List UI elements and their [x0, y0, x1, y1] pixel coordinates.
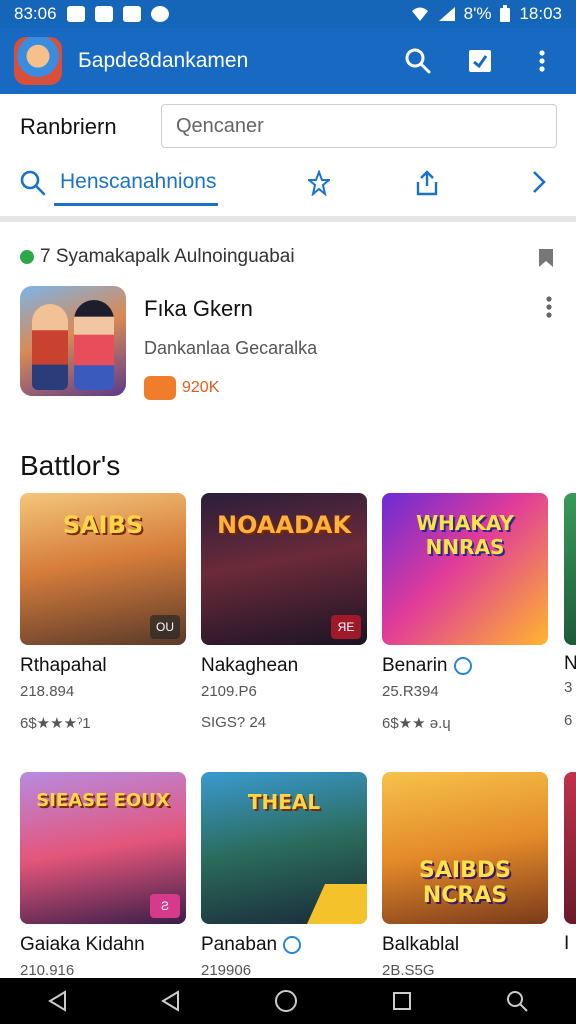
thumbnail-title: SAIBDS NCRAS — [419, 858, 511, 908]
game-thumbnail: SIEASE EOUX Ƨ — [20, 772, 186, 924]
whatsapp-icon — [20, 250, 34, 264]
app-bar: Бapde8dankamen — [0, 28, 576, 94]
chevron-right-icon[interactable] — [532, 170, 546, 194]
tab-selected[interactable]: Henscanahnions — [54, 160, 218, 206]
status-bar: 83:06 8'% 18:03 — [0, 0, 576, 28]
status-time-right: 18:03 — [519, 4, 562, 23]
game-thumbnail: SAIBDS NCRAS — [382, 772, 548, 924]
partial-game-name: N — [564, 653, 576, 674]
game-tile[interactable]: WHAKAY NNRAS Benarin 25.R394 6$★★ ə.ɥ — [382, 493, 548, 732]
game-tile[interactable]: SAIBS OU Rthapahal 218.894 6$★★★ˀ1 — [20, 493, 186, 732]
featured-developer: Dankanlaa Gecaralka — [144, 338, 318, 358]
game-name: Panaban — [201, 934, 367, 956]
install-button[interactable] — [466, 47, 494, 75]
overflow-menu-button[interactable] — [528, 47, 556, 75]
game-thumbnail: THEAL — [201, 772, 367, 924]
thumbnail-badge: OU — [150, 615, 180, 639]
game-name-text: Benarin — [382, 655, 448, 676]
game-name: Rthapahal — [20, 655, 107, 676]
battery-percent: 8'% — [463, 4, 492, 23]
game-name: Balkablal — [382, 934, 460, 955]
game-size: 2B.S5G — [382, 962, 435, 979]
game-size: 25.R394 — [382, 683, 439, 700]
thumbnail-badge: Ƨ — [150, 894, 180, 918]
game-rating: 6$★★★ˀ1 — [20, 715, 91, 732]
verified-icon — [283, 936, 302, 954]
app-notification-icon — [122, 6, 141, 22]
app-logo[interactable] — [14, 37, 62, 85]
gallery-icon — [94, 6, 113, 22]
back-icon[interactable] — [160, 990, 180, 1012]
search-button[interactable] — [404, 47, 432, 75]
section-title: Battlor's — [20, 450, 121, 481]
game-thumbnail: SAIBS OU — [20, 493, 186, 645]
thumbnail-title: NOAADAK — [216, 511, 352, 539]
app-title: Бapde8dankamen — [78, 49, 249, 72]
game-size: 218.894 — [20, 683, 75, 700]
share-icon[interactable] — [416, 170, 438, 196]
partial-game-thumbnail[interactable] — [564, 772, 576, 924]
messenger-icon — [150, 6, 169, 22]
star-icon[interactable] — [308, 170, 330, 196]
battery-icon — [500, 5, 511, 22]
game-thumbnail: NOAADAK ЯЕ — [201, 493, 367, 645]
thumbnail-corner-badge — [307, 884, 367, 924]
featured-game-image[interactable] — [20, 286, 126, 396]
tab-bar: Henscanahnions — [0, 160, 576, 208]
bookmark-icon[interactable] — [538, 248, 554, 268]
game-thumbnail: WHAKAY NNRAS — [382, 493, 548, 645]
game-rating: SIGS? 24 — [201, 714, 267, 731]
search-icon — [405, 48, 431, 74]
more-vert-icon[interactable] — [546, 296, 552, 318]
featured-header: 7 Syamakapalk Aulnoinguabai — [20, 246, 295, 268]
featured-price-text: 920K — [182, 379, 220, 396]
recents-icon[interactable] — [392, 991, 412, 1011]
game-tile[interactable]: THEAL Panaban 219906 — [201, 772, 367, 979]
subheader: Ranbriern Qencaner Henscanahnions — [0, 94, 576, 222]
signal-icon — [438, 7, 455, 21]
partial-game-name: I — [564, 933, 570, 954]
game-size: 219906 — [201, 962, 252, 979]
install-icon — [469, 50, 491, 72]
game-tile[interactable]: SIEASE EOUX Ƨ Gaiaka Kidahn 210.916 — [20, 772, 186, 979]
partial-game-thumbnail[interactable] — [564, 493, 576, 645]
search-input[interactable]: Qencaner — [161, 104, 557, 148]
game-size: 2109.P6 — [201, 683, 257, 700]
game-tile[interactable]: NOAADAK ЯЕ Nakaghean 2109.P6 SIGS? 24 — [201, 493, 367, 731]
system-nav-bar — [0, 978, 576, 1024]
thumbnail-title: WHAKAY NNRAS — [416, 511, 514, 559]
game-name: Benarin — [382, 655, 548, 677]
back-icon[interactable] — [47, 990, 67, 1012]
featured-card[interactable]: 7 Syamakapalk Aulnoinguabai Fıka Gkern D… — [0, 228, 576, 418]
notification-icon — [66, 6, 85, 22]
home-icon[interactable] — [274, 989, 298, 1013]
wifi-icon — [411, 7, 428, 21]
search-icon[interactable] — [505, 989, 529, 1013]
verified-icon — [453, 657, 472, 675]
game-size: 210.916 — [20, 962, 75, 979]
search-icon[interactable] — [20, 170, 46, 196]
thumbnail-title: SAIBS — [62, 511, 144, 539]
featured-title: Fıka Gkern — [144, 296, 253, 321]
game-rating: 6$★★ ə.ɥ — [382, 715, 451, 732]
coin-icon — [144, 376, 176, 400]
thumbnail-badge: ЯЕ — [331, 615, 361, 639]
more-vert-icon — [539, 50, 545, 72]
game-tile[interactable]: SAIBDS NCRAS Balkablal 2B.S5G — [382, 772, 548, 979]
partial-game-size: 3 — [564, 679, 573, 696]
page-title: Ranbriern — [20, 114, 117, 139]
game-name: Nakaghean — [201, 655, 299, 676]
game-name: Gaiaka Kidahn — [20, 934, 145, 955]
thumbnail-title: THEAL — [247, 790, 321, 814]
featured-header-text: 7 Syamakapalk Aulnoinguabai — [40, 246, 295, 267]
game-name-text: Panaban — [201, 934, 278, 955]
status-time-left: 83:06 — [14, 4, 57, 23]
featured-price: 920K — [144, 376, 219, 400]
thumbnail-title: SIEASE EOUX — [36, 790, 170, 811]
partial-game-rating: 6 — [564, 712, 573, 729]
